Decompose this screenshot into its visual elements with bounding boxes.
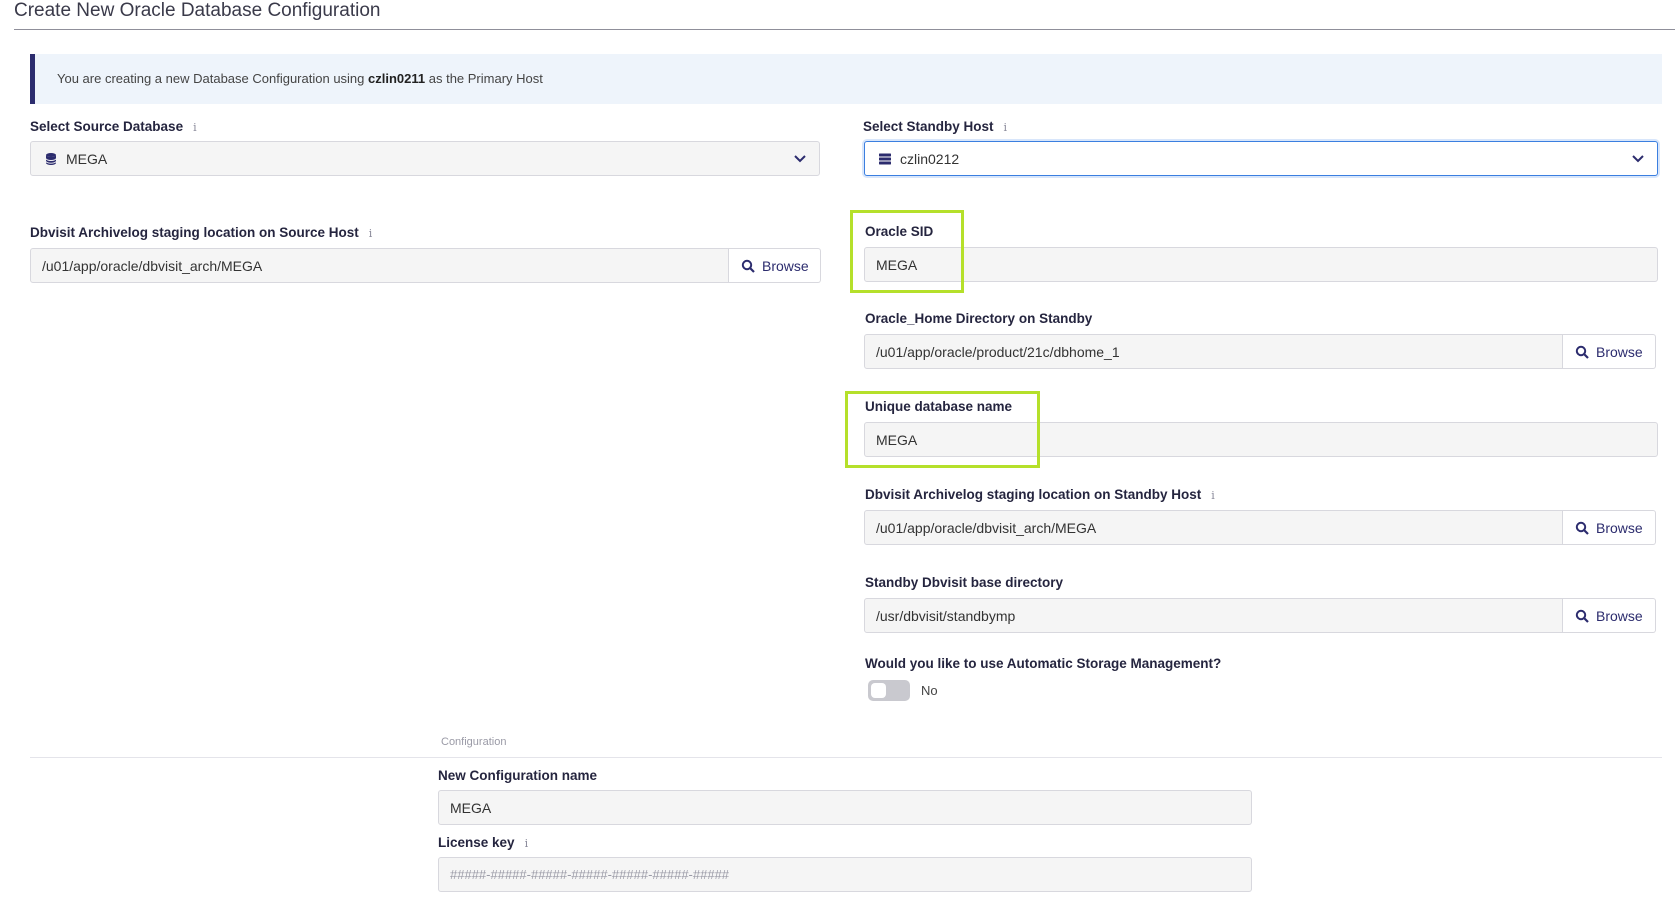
asm-label: Would you like to use Automatic Storage …	[865, 656, 1222, 671]
chevron-down-icon	[794, 155, 806, 163]
banner-suffix: as the Primary Host	[425, 71, 543, 86]
source-staging-browse-button[interactable]: Browse	[729, 248, 821, 283]
source-staging-label: Dbvisit Archivelog staging location on S…	[30, 225, 372, 240]
standby-base-browse-button[interactable]: Browse	[1563, 598, 1656, 633]
search-icon	[1575, 609, 1589, 623]
chevron-down-icon	[1632, 155, 1644, 163]
config-name-value: MEGA	[450, 799, 492, 816]
license-key-label-text: License key	[438, 835, 515, 850]
browse-label: Browse	[762, 257, 809, 274]
oracle-home-input[interactable]: /u01/app/oracle/product/21c/dbhome_1	[864, 334, 1563, 369]
standby-staging-input[interactable]: /u01/app/oracle/dbvisit_arch/MEGA	[864, 510, 1563, 545]
oracle-home-label: Oracle_Home Directory on Standby	[865, 311, 1093, 326]
info-icon[interactable]: i	[525, 837, 529, 850]
config-name-label: New Configuration name	[438, 768, 598, 783]
configuration-caption: Configuration	[441, 736, 507, 748]
info-icon[interactable]: i	[193, 121, 197, 134]
standby-host-value: czlin0212	[900, 150, 960, 167]
oracle-home-browse-button[interactable]: Browse	[1563, 334, 1656, 369]
search-icon	[741, 259, 755, 273]
standby-host-label: Select Standby Host i	[863, 119, 1007, 134]
oracle-home-value: /u01/app/oracle/product/21c/dbhome_1	[876, 343, 1120, 360]
source-staging-value: /u01/app/oracle/dbvisit_arch/MEGA	[42, 257, 263, 274]
source-database-label-text: Select Source Database	[30, 119, 184, 134]
banner-prefix: You are creating a new Database Configur…	[57, 71, 369, 86]
info-icon[interactable]: i	[369, 227, 373, 240]
standby-base-input[interactable]: /usr/dbvisit/standbymp	[864, 598, 1563, 633]
oracle-sid-input[interactable]: MEGA	[864, 247, 1658, 282]
standby-staging-browse-button[interactable]: Browse	[1563, 510, 1656, 545]
banner-text: You are creating a new Database Configur…	[57, 71, 543, 86]
source-staging-input[interactable]: /u01/app/oracle/dbvisit_arch/MEGA	[30, 248, 729, 283]
source-staging-label-text: Dbvisit Archivelog staging location on S…	[30, 225, 359, 240]
standby-staging-label-text: Dbvisit Archivelog staging location on S…	[865, 487, 1202, 502]
oracle-sid-highlight	[850, 210, 964, 293]
asm-toggle[interactable]	[868, 680, 910, 701]
section-divider	[30, 757, 1662, 758]
source-database-value: MEGA	[66, 150, 108, 167]
license-key-input[interactable]: #####-#####-#####-#####-#####-#####-####…	[438, 857, 1252, 892]
server-icon	[879, 153, 891, 164]
browse-label: Browse	[1596, 343, 1643, 360]
standby-base-value: /usr/dbvisit/standbymp	[876, 607, 1016, 624]
license-key-placeholder: #####-#####-#####-#####-#####-#####-####…	[450, 867, 730, 882]
search-icon	[1575, 521, 1589, 535]
title-divider	[14, 29, 1675, 30]
info-icon[interactable]: i	[1004, 121, 1008, 134]
source-database-select[interactable]: MEGA	[30, 141, 820, 176]
unique-db-name-highlight	[845, 391, 1040, 468]
standby-host-select[interactable]: czlin0212	[864, 141, 1658, 176]
standby-host-label-text: Select Standby Host	[863, 119, 994, 134]
source-database-label: Select Source Database i	[30, 119, 197, 134]
search-icon	[1575, 345, 1589, 359]
info-banner: You are creating a new Database Configur…	[30, 54, 1662, 104]
toggle-knob	[871, 683, 886, 698]
banner-primary-host: czlin0211	[368, 71, 426, 86]
config-name-input[interactable]: MEGA	[438, 790, 1252, 825]
browse-label: Browse	[1596, 519, 1643, 536]
browse-label: Browse	[1596, 607, 1643, 624]
standby-base-label: Standby Dbvisit base directory	[865, 575, 1064, 590]
asm-toggle-state: No	[921, 683, 938, 698]
database-icon	[45, 152, 57, 165]
license-key-label: License key i	[438, 835, 528, 850]
standby-staging-label: Dbvisit Archivelog staging location on S…	[865, 487, 1215, 502]
info-icon[interactable]: i	[1211, 489, 1215, 502]
page-title: Create New Oracle Database Configuration	[14, 0, 381, 21]
standby-staging-value: /u01/app/oracle/dbvisit_arch/MEGA	[876, 519, 1097, 536]
